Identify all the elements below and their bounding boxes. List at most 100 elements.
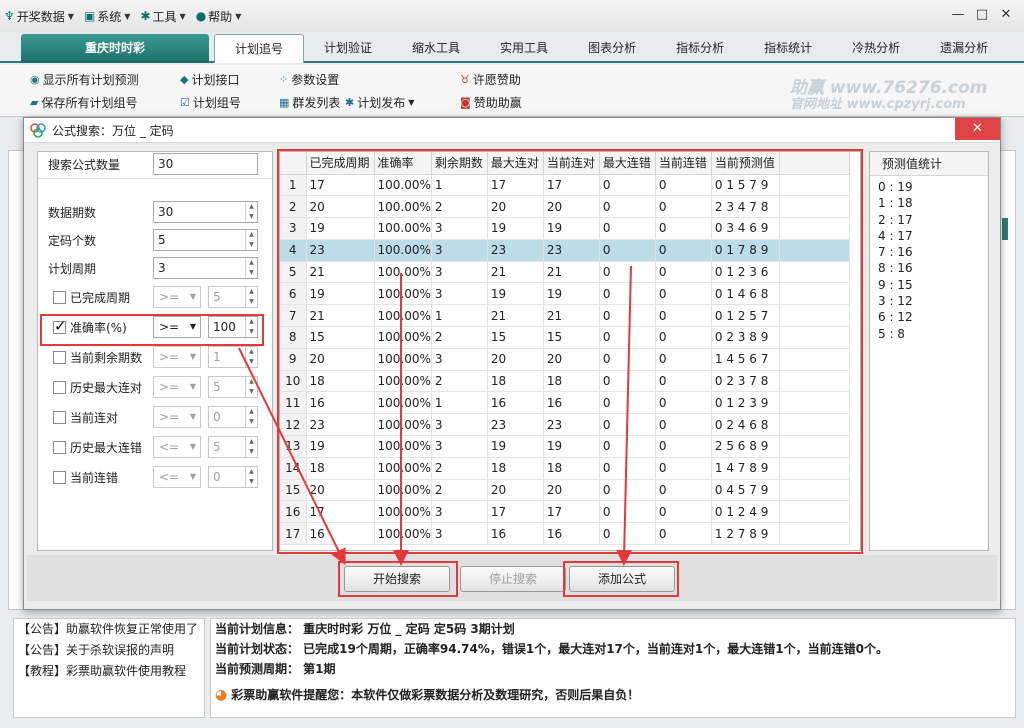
column-header[interactable]: 已完成周期: [306, 152, 375, 175]
table-row[interactable]: 13 19 100.00% 3 19 19 0 0 2 5 6 8 9: [280, 435, 850, 458]
cur-miss-value-input[interactable]: 0 ▲ ▼: [208, 466, 258, 488]
table-row[interactable]: 2 20 100.00% 2 20 20 0 0 2 3 4 7 8: [280, 195, 850, 219]
menu-system[interactable]: ▣ 系统 ▼: [84, 8, 131, 25]
table-row[interactable]: 14 18 100.00% 2 18 18 0 0 1 4 7 8 9: [280, 457, 850, 480]
checkbox[interactable]: [53, 470, 66, 484]
spinner-icon[interactable]: ▲ ▼: [245, 230, 257, 250]
table-row[interactable]: 9 20 100.00% 3 20 20 0 0 1 4 5 6 7: [280, 348, 850, 371]
tab-plan-verify[interactable]: 计划验证: [304, 34, 392, 63]
plan-api-button[interactable]: ◆ 计划接口: [180, 71, 239, 88]
spinner-icon[interactable]: ▲ ▼: [245, 287, 257, 307]
table-row[interactable]: 3 19 100.00% 3 19 19 0 0 0 3 4 6 9: [280, 217, 850, 240]
column-header[interactable]: 当前预测值: [711, 152, 780, 175]
column-header[interactable]: [280, 152, 307, 175]
hist-max-hit-op-select[interactable]: >= ▼: [153, 376, 201, 398]
wish-sponsor-button[interactable]: ♉ 许愿赞助: [460, 71, 521, 88]
table-row[interactable]: 12 23 100.00% 3 23 23 0 0 0 2 4 6 8: [280, 413, 850, 437]
checkbox[interactable]: [53, 350, 66, 364]
dialog-close-button[interactable]: ✕: [955, 118, 1000, 140]
spinner-icon[interactable]: ▲ ▼: [245, 467, 257, 487]
bulk-list-button[interactable]: ▦ 群发列表: [279, 94, 340, 111]
checkbox[interactable]: [53, 440, 66, 454]
save-all-groups-button[interactable]: ▰ 保存所有计划组号: [30, 94, 137, 111]
column-header[interactable]: 最大连对: [487, 152, 544, 175]
plan-publish-button[interactable]: ✱ 计划发布 ▼: [345, 94, 414, 111]
search-count-input[interactable]: 30: [153, 153, 258, 175]
column-header[interactable]: 最大连错: [599, 152, 656, 175]
show-all-predictions-button[interactable]: ◉ 显示所有计划预测: [30, 71, 139, 88]
completed-value-input[interactable]: 5 ▲ ▼: [208, 286, 258, 308]
table-row[interactable]: 17 16 100.00% 3 16 16 0 0 1 2 7 8 9: [280, 522, 850, 546]
cur-miss-filter[interactable]: 当前连错: [53, 466, 118, 488]
tab-hot-cold[interactable]: 冷热分析: [832, 34, 920, 63]
data-periods-input[interactable]: 30 ▲ ▼: [153, 201, 258, 223]
checkbox-checked[interactable]: [53, 317, 67, 335]
cur-hit-op-select[interactable]: >= ▼: [153, 406, 201, 428]
menu-tools[interactable]: ✱ 工具 ▼: [140, 8, 185, 25]
column-header[interactable]: 准确率: [374, 152, 432, 175]
spinner-icon[interactable]: ▲ ▼: [245, 377, 257, 397]
hist-max-miss-op-select[interactable]: <= ▼: [153, 436, 201, 458]
table-row[interactable]: 1 17 100.00% 1 17 17 0 0 0 1 5 7 9: [280, 174, 850, 197]
notice-link[interactable]: 【公告】助赢软件恢复正常使用了: [14, 619, 204, 640]
tab-chart-analysis[interactable]: 图表分析: [568, 34, 656, 63]
column-header[interactable]: 剩余期数: [431, 152, 488, 175]
table-row[interactable]: 5 21 100.00% 3 21 21 0 0 0 1 2 3 6: [280, 261, 850, 284]
cur-hit-filter[interactable]: 当前连对: [53, 406, 118, 428]
table-row[interactable]: 16 17 100.00% 3 17 17 0 0 0 1 2 4 9: [280, 500, 850, 524]
params-settings-button[interactable]: ⁘ 参数设置: [279, 71, 339, 88]
plan-group-button[interactable]: ☑ 计划组号: [180, 94, 241, 111]
notice-link[interactable]: 【教程】彩票助赢软件使用教程: [14, 661, 204, 682]
notice-link[interactable]: 【公告】关于杀软误报的声明: [14, 640, 204, 661]
stop-search-button[interactable]: 停止搜索: [460, 566, 566, 592]
table-row[interactable]: 4 23 100.00% 3 23 23 0 0 0 1 7 8 9: [280, 239, 850, 262]
menu-lottery-data[interactable]: ♆ 开奖数据 ▼: [4, 8, 74, 25]
hist-max-hit-value-input[interactable]: 5 ▲ ▼: [208, 376, 258, 398]
lottery-tab[interactable]: 重庆时时彩: [21, 34, 209, 63]
hist-max-miss-filter[interactable]: 历史最大连错: [53, 436, 142, 458]
accuracy-op-select[interactable]: >= ▼: [153, 316, 201, 338]
table-row[interactable]: 10 18 100.00% 2 18 18 0 0 0 2 3 7 8: [280, 370, 850, 393]
remain-value-input[interactable]: 1 ▲ ▼: [208, 346, 258, 368]
tab-plan-chase[interactable]: 计划追号: [214, 34, 305, 63]
table-row[interactable]: 11 16 100.00% 1 16 16 0 0 0 1 2 3 9: [280, 391, 850, 415]
checkbox[interactable]: [53, 410, 66, 424]
spinner-icon[interactable]: ▲ ▼: [245, 258, 257, 278]
column-header[interactable]: 当前连错: [655, 152, 712, 175]
hist-max-miss-value-input[interactable]: 5 ▲ ▼: [208, 436, 258, 458]
tab-indicator-analysis[interactable]: 指标分析: [656, 34, 744, 63]
table-row[interactable]: 15 20 100.00% 2 20 20 0 0 0 4 5 7 9: [280, 479, 850, 502]
spinner-icon[interactable]: ▲ ▼: [245, 347, 257, 367]
completed-op-select[interactable]: >= ▼: [153, 286, 201, 308]
tab-shrink-tool[interactable]: 缩水工具: [392, 34, 480, 63]
sponsor-button[interactable]: ◙ 赞助助赢: [460, 94, 522, 111]
spinner-icon[interactable]: ▲ ▼: [245, 437, 257, 457]
cur-hit-value-input[interactable]: 0 ▲ ▼: [208, 406, 258, 428]
menu-help[interactable]: ● 帮助 ▼: [196, 8, 242, 25]
spinner-icon[interactable]: ▲ ▼: [245, 407, 257, 427]
fixed-count-input[interactable]: 5 ▲ ▼: [153, 229, 258, 251]
checkbox[interactable]: [53, 380, 66, 394]
table-row[interactable]: 6 19 100.00% 3 19 19 0 0 0 1 4 6 8: [280, 282, 850, 306]
completed-filter[interactable]: 已完成周期: [53, 286, 130, 308]
stats-item: 6 : 12: [878, 310, 913, 325]
remain-filter[interactable]: 当前剩余期数: [53, 346, 142, 368]
tab-indicator-stats[interactable]: 指标统计: [744, 34, 832, 63]
checkbox[interactable]: [53, 290, 66, 304]
column-header[interactable]: 当前连对: [543, 152, 600, 175]
spinner-icon[interactable]: ▲ ▼: [245, 202, 257, 222]
add-formula-button[interactable]: 添加公式: [569, 566, 675, 592]
plan-cycle-input[interactable]: 3 ▲ ▼: [153, 257, 258, 279]
start-search-button[interactable]: 开始搜索: [344, 566, 450, 592]
table-row[interactable]: 8 15 100.00% 2 15 15 0 0 0 2 3 8 9: [280, 326, 850, 349]
table-row[interactable]: 7 21 100.00% 1 21 21 0 0 0 1 2 5 7: [280, 304, 850, 328]
remain-op-select[interactable]: >= ▼: [153, 346, 201, 368]
spinner-icon[interactable]: ▲ ▼: [245, 317, 257, 337]
accuracy-filter[interactable]: 准确率(%): [53, 316, 127, 338]
tab-missing[interactable]: 遗漏分析: [920, 34, 1008, 63]
hist-max-hit-filter[interactable]: 历史最大连对: [53, 376, 142, 398]
tab-utility[interactable]: 实用工具: [480, 34, 568, 63]
accuracy-value-input[interactable]: 100 ▲ ▼: [208, 316, 258, 338]
close-window-button[interactable]: ✕: [992, 4, 1020, 26]
cur-miss-op-select[interactable]: <= ▼: [153, 466, 201, 488]
